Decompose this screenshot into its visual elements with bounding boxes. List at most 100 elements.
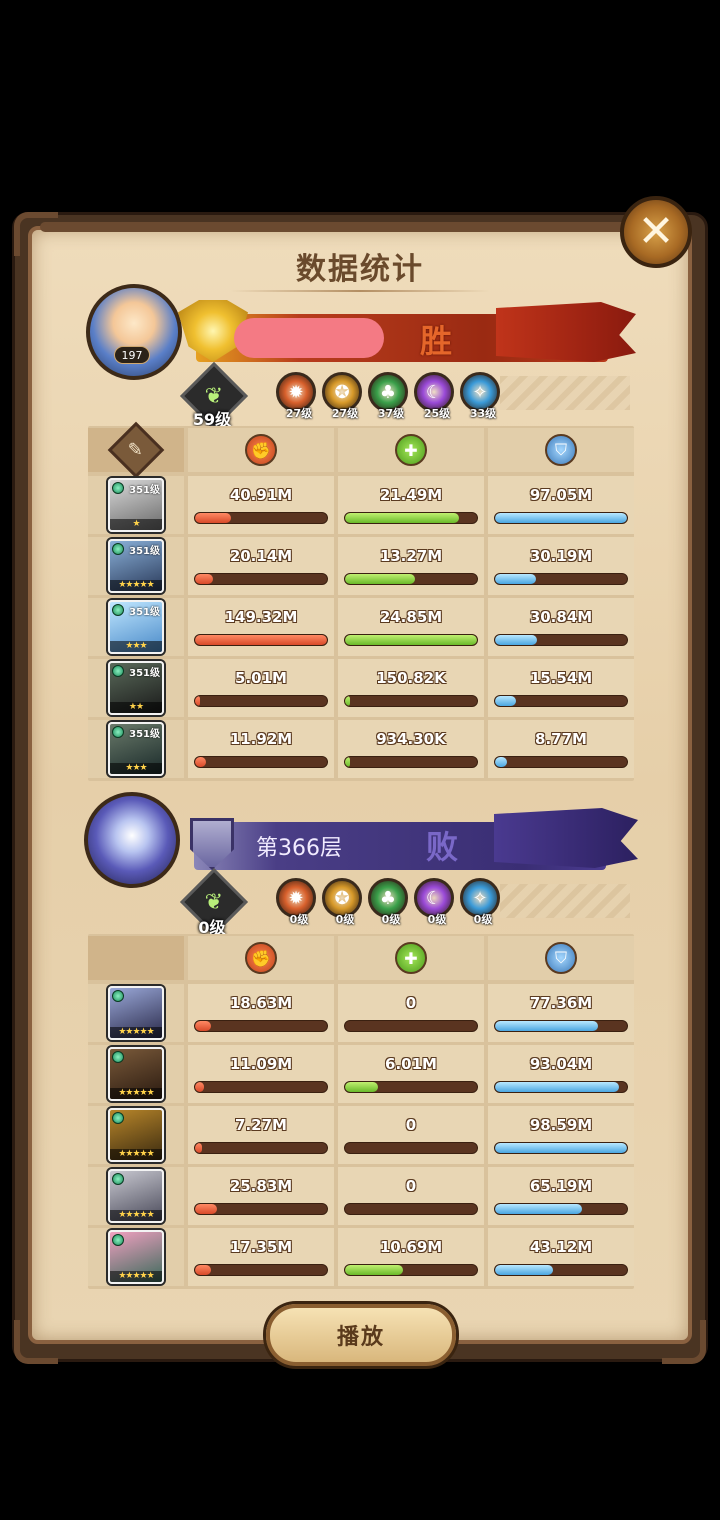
hero-portrait[interactable]: 351级 ★ [108, 478, 164, 532]
hero-tank-cell: 97.05M [488, 476, 634, 534]
faction-glyph-icon: ✹ [288, 381, 304, 403]
hero-tank-bar [494, 695, 628, 707]
title-divider [230, 290, 490, 292]
hero-heal-value: 0 [405, 1177, 417, 1195]
hero-heal-value: 6.01M [385, 1055, 437, 1073]
hero-portrait[interactable]: ★★★★★ [108, 1169, 164, 1223]
faction-level: 0级 [427, 913, 447, 926]
hero-tank-cell: 98.59M [488, 1106, 634, 1164]
hero-tank-value: 97.05M [529, 486, 593, 504]
hero-tank-bar-fill [495, 1021, 598, 1031]
corner-ornament-bottom-right [662, 1320, 706, 1364]
hero-heal-bar [344, 1264, 478, 1276]
hero-damage-cell: 11.09M [188, 1045, 334, 1103]
hero-heal-bar [344, 756, 478, 768]
hero-damage-bar [194, 756, 328, 768]
decor-band [500, 376, 630, 410]
hero-damage-value: 7.27M [235, 1116, 287, 1134]
hero-stars: ★★★★★ [110, 1027, 162, 1038]
hero-damage-bar-fill [195, 574, 214, 584]
hero-tank-bar [494, 512, 628, 524]
hero-portrait[interactable]: 351级 ★★ [108, 661, 164, 715]
shield-icon: ⛉ [545, 942, 577, 974]
hero-tank-bar-fill [495, 1082, 620, 1092]
column-header: ✚ [338, 428, 484, 472]
hero-damage-bar-fill [195, 1021, 211, 1031]
hero-tank-cell: 30.84M [488, 598, 634, 656]
hero-damage-bar-fill [195, 1265, 211, 1275]
hero-tank-value: 43.12M [529, 1238, 593, 1256]
hero-heal-cell: 13.27M [338, 537, 484, 595]
hero-rank-gem-icon [112, 726, 124, 738]
hero-damage-bar [194, 1142, 328, 1154]
damage-icon: ✊ [245, 942, 277, 974]
hero-damage-cell: 40.91M [188, 476, 334, 534]
heal-icon: ✚ [395, 942, 427, 974]
report-icon: ✎ [107, 421, 165, 479]
hero-portrait[interactable]: 351级 ★★★★★ [108, 539, 164, 593]
hero-rank-gem-icon [112, 1234, 124, 1246]
hero-tank-cell: 8.77M [488, 720, 634, 778]
hero-heal-bar [344, 634, 478, 646]
faction-glyph-icon: ♣ [379, 381, 397, 403]
hero-stars: ★★ [110, 702, 162, 713]
play-replay-button[interactable]: 播放 [266, 1304, 456, 1366]
faction-mauler-icon: ✪ 27级 [322, 372, 362, 420]
hero-rank-gem-icon [112, 604, 124, 616]
hero-row-portrait: ★★★★★ [88, 1045, 184, 1103]
hero-row-portrait: ★★★★★ [88, 1228, 184, 1286]
hero-heal-cell: 24.85M [338, 598, 484, 656]
faction-glyph-icon: ✹ [288, 887, 304, 909]
hero-heal-cell: 6.01M [338, 1045, 484, 1103]
hero-tank-cell: 15.54M [488, 659, 634, 717]
enemy-avatar[interactable] [84, 792, 180, 888]
hero-row-portrait: ★★★★★ [88, 1106, 184, 1164]
hero-portrait[interactable]: ★★★★★ [108, 986, 164, 1040]
hero-heal-value: 150.82K [376, 669, 446, 687]
hero-damage-value: 11.09M [229, 1055, 293, 1073]
hero-heal-bar-fill [345, 513, 459, 523]
faction-glyph-icon: ✧ [472, 887, 488, 909]
player-banner-tail [496, 302, 636, 362]
hero-tank-bar-fill [495, 1204, 583, 1214]
heal-icon: ✚ [395, 434, 427, 466]
hero-stars: ★★★★★ [110, 1149, 162, 1160]
hero-rank-gem-icon [112, 990, 124, 1002]
close-button[interactable]: ✕ [620, 196, 692, 268]
close-icon: ✕ [637, 206, 675, 257]
hero-damage-value: 25.83M [229, 1177, 293, 1195]
hero-tank-cell: 77.36M [488, 984, 634, 1042]
faction-glyph-icon: ✪ [334, 381, 350, 403]
hero-rank-gem-icon [112, 1112, 124, 1124]
hero-portrait[interactable]: ★★★★★ [108, 1230, 164, 1284]
hero-damage-cell: 11.92M [188, 720, 334, 778]
hero-level: 351级 [129, 607, 160, 618]
faction-glyph-icon: ☾ [425, 381, 443, 403]
hero-portrait[interactable]: 351级 ★★★ [108, 600, 164, 654]
hero-tank-bar [494, 1264, 628, 1276]
defeat-label: 败 [426, 828, 459, 866]
hero-portrait[interactable]: ★★★★★ [108, 1047, 164, 1101]
hero-tank-value: 65.19M [529, 1177, 593, 1195]
faction-level: 0级 [335, 913, 355, 926]
hero-level: 351级 [129, 546, 160, 557]
hero-heal-bar [344, 1203, 478, 1215]
hero-tank-bar [494, 573, 628, 585]
hero-tank-value: 30.19M [529, 547, 593, 565]
player-avatar[interactable] [86, 284, 182, 380]
hero-damage-value: 20.14M [229, 547, 293, 565]
hero-damage-value: 5.01M [235, 669, 287, 687]
column-header [88, 936, 184, 980]
hero-damage-bar-fill [195, 1143, 202, 1153]
hero-damage-bar [194, 634, 328, 646]
hero-portrait[interactable]: ★★★★★ [108, 1108, 164, 1162]
faction-level: 37级 [377, 407, 405, 420]
column-header: ⛉ [488, 936, 634, 980]
hero-rank-gem-icon [112, 1173, 124, 1185]
hero-tank-cell: 30.19M [488, 537, 634, 595]
hero-level: 351级 [129, 729, 160, 740]
hero-damage-bar [194, 573, 328, 585]
hero-portrait[interactable]: 351级 ★★★ [108, 722, 164, 776]
hero-row-portrait: ★★★★★ [88, 1167, 184, 1225]
panel-top-rail [40, 222, 680, 232]
